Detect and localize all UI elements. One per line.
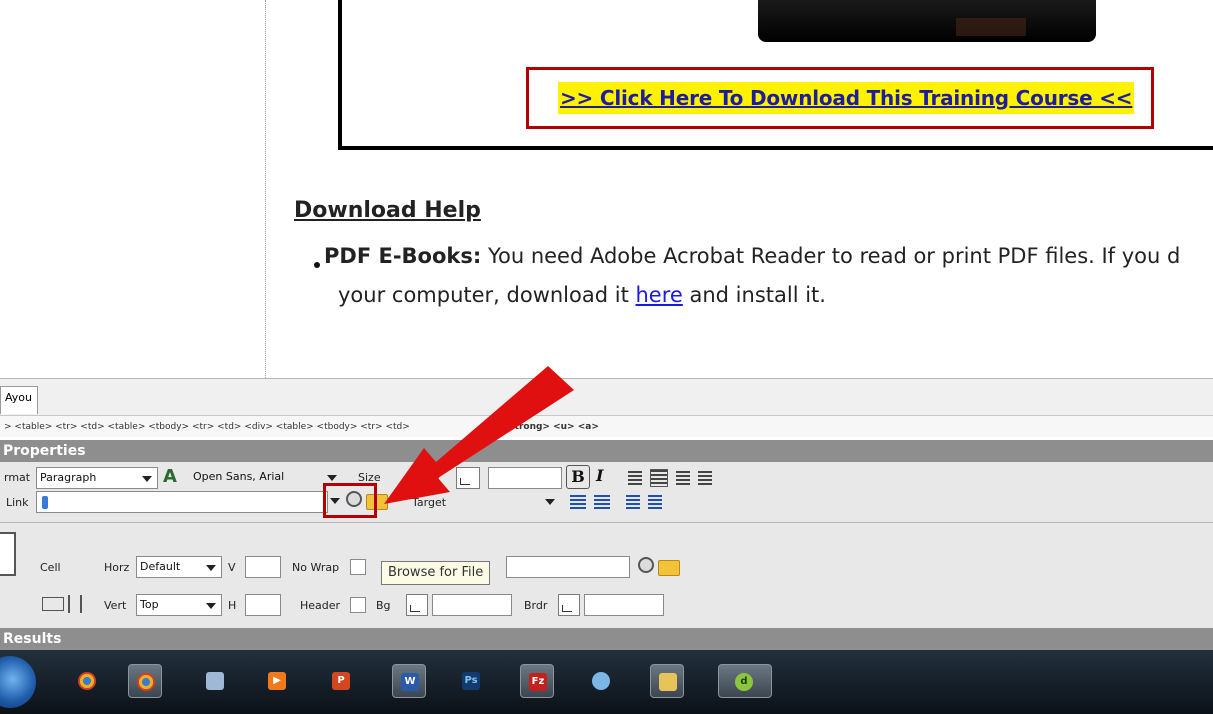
download-course-link[interactable]: >> Click Here To Download This Training … [558,82,1135,114]
font-select[interactable]: Open Sans, Arial [190,467,342,489]
notepad-icon [206,672,224,690]
nowrap-checkbox[interactable] [350,559,366,575]
powerpoint-icon: P [332,672,350,690]
help-line2-pre: your computer, download it [338,283,636,307]
horz-select[interactable]: Default [136,556,222,578]
quicktime-icon [592,672,610,690]
align-justify-icon[interactable] [698,471,712,485]
help-line-2: your computer, download it here and inst… [338,283,826,307]
vert-label: Vert [104,599,127,612]
chrome-icon [137,673,155,691]
product-image [758,0,1096,42]
bg-color-input[interactable] [432,594,512,616]
taskbar-chrome[interactable] [70,664,104,698]
text-cursor [42,496,48,509]
dreamweaver-icon: d [735,673,753,691]
taskbar-photoshop[interactable]: Ps [454,664,488,698]
taskbar-explorer[interactable] [650,664,684,698]
results-panel-header[interactable]: Results [0,628,1213,650]
cell-label: Cell [40,561,61,574]
help-item-text: You need Adobe Acrobat Reader to read or… [481,244,1181,268]
format-label: rmat [4,471,31,484]
align-right-icon[interactable] [676,471,690,485]
help-line2-post: and install it. [682,283,826,307]
align-center-icon[interactable] [650,469,668,487]
point-to-file-icon[interactable] [638,557,654,573]
help-item-title: PDF E-Books: [324,244,482,268]
indent-icon[interactable] [648,495,662,509]
width-input[interactable] [245,556,281,578]
explorer-icon [659,673,677,691]
border-color-input[interactable] [584,594,664,616]
bullet-icon [314,262,320,268]
document-tab[interactable]: Ayou [0,386,38,414]
taskbar-dreamweaver[interactable]: d [718,664,772,698]
split-cell-icon[interactable] [68,595,82,613]
chevron-down-icon [206,603,216,609]
link-input[interactable] [36,491,328,513]
chevron-down-icon [327,475,337,481]
taskbar-chrome-active[interactable] [128,664,162,698]
pdf-ebooks-help-text: PDF E-Books: You need Adobe Acrobat Read… [324,244,1180,268]
width-label: V [228,561,236,574]
vert-value: Top [140,598,159,611]
italic-button[interactable]: I [596,466,603,485]
photoshop-icon: Ps [462,672,480,690]
browse-for-file-tooltip: Browse for File [381,561,491,585]
nowrap-label: No Wrap [292,561,340,574]
bg-label: Bg [376,599,391,612]
acrobat-download-link[interactable]: here [636,283,683,307]
horz-label: Horz [104,561,130,574]
cell-table-icon [0,532,16,576]
panel-divider [0,522,1213,523]
taskbar-word[interactable]: W [392,664,426,698]
merge-cells-icon[interactable] [42,597,64,611]
header-checkbox[interactable] [350,597,366,613]
taskbar-notepad[interactable] [198,664,232,698]
bg-color-swatch[interactable] [406,594,428,616]
height-label: H [228,599,237,612]
align-left-icon[interactable] [628,471,642,485]
download-help-heading: Download Help [294,198,481,223]
border-label: Brdr [524,599,548,612]
chevron-down-icon [142,476,152,482]
tag-path[interactable]: > <table> <tr> <td> <table> <tbody> <tr>… [4,422,410,432]
arrow-shape [384,366,574,504]
header-label: Header [300,599,341,612]
media-player-icon: ▶ [268,672,286,690]
format-value: Paragraph [40,471,97,484]
dotted-guide [265,0,266,380]
filezilla-icon: Fz [529,673,547,691]
horz-value: Default [140,560,181,573]
bg-image-input[interactable] [506,556,630,578]
border-color-swatch[interactable] [558,594,580,616]
link-label: Link [6,496,29,509]
font-value: Open Sans, Arial [193,470,285,483]
taskbar-media-player[interactable]: ▶ [260,664,294,698]
word-icon: W [401,673,419,691]
chevron-down-icon [206,565,216,571]
folder-icon[interactable] [658,560,680,576]
chrome-icon [78,672,96,690]
taskbar-filezilla[interactable]: Fz [520,664,554,698]
ordered-list-icon[interactable] [594,495,610,509]
taskbar-quicktime[interactable] [584,664,618,698]
font-style-icon[interactable]: A [163,466,177,487]
red-arrow-annotation [384,366,574,504]
outdent-icon[interactable] [626,495,640,509]
vert-select[interactable]: Top [136,594,222,616]
height-input[interactable] [245,594,281,616]
properties-panel-header[interactable]: Properties [0,440,1213,462]
format-select[interactable]: Paragraph [36,467,158,489]
document-tab-bar [0,378,1213,416]
taskbar-powerpoint[interactable]: P [324,664,358,698]
tag-selector: > <table> <tr> <td> <table> <tbody> <tr>… [0,415,1213,437]
